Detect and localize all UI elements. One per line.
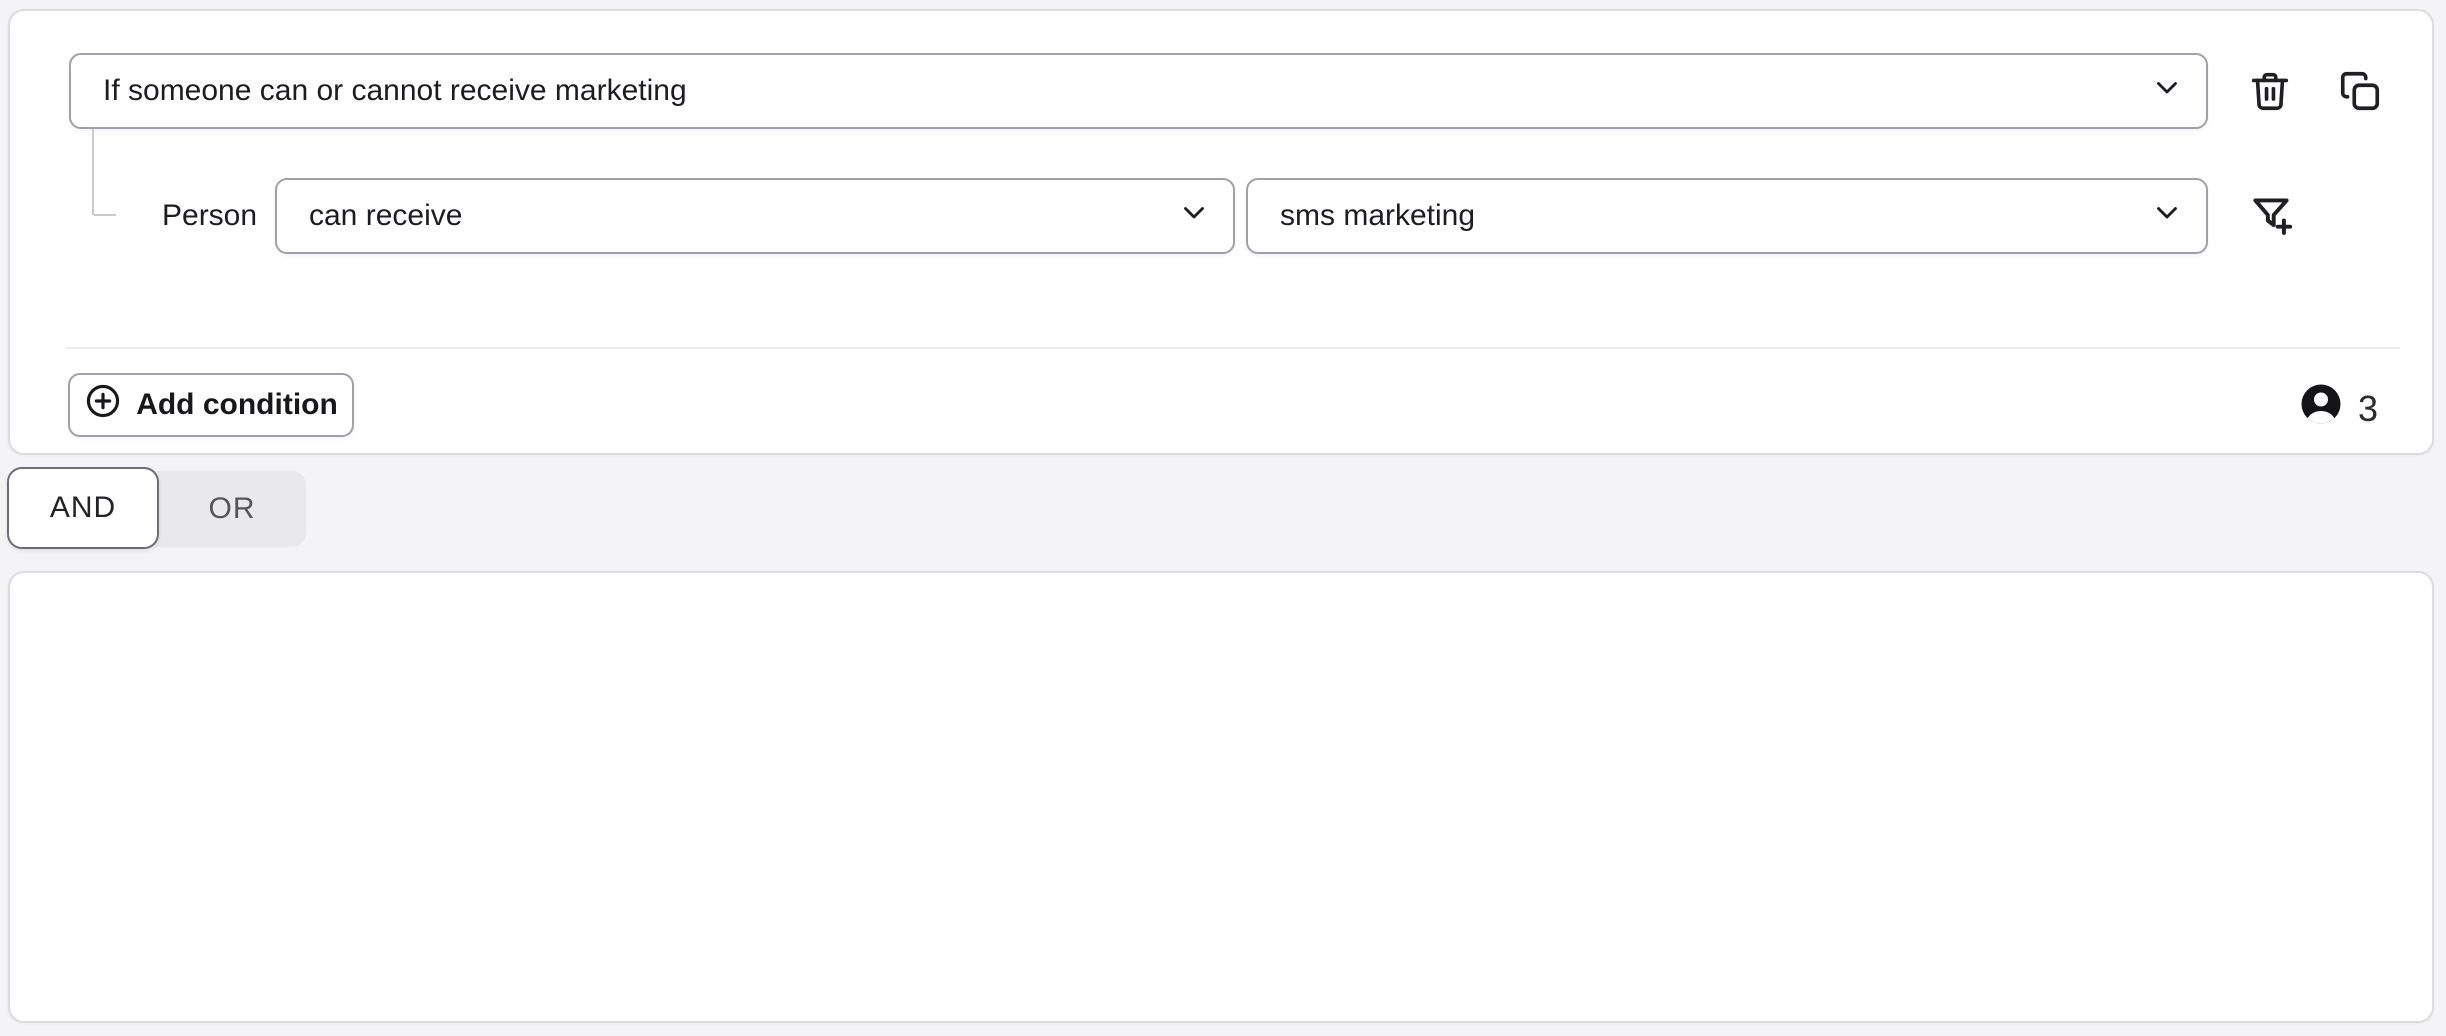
chevron-down-icon	[1177, 195, 1211, 237]
copy-icon	[2337, 68, 2383, 117]
trash-icon	[2247, 68, 2293, 117]
operator-select-1[interactable]: can receive	[275, 178, 1235, 254]
channel-value-1: sms marketing	[1280, 199, 1475, 233]
profile-count-1: 3	[2300, 383, 2378, 434]
profile-count-value: 3	[2358, 388, 2378, 430]
filter-plus-icon	[2246, 190, 2296, 243]
chevron-down-icon	[2150, 70, 2184, 112]
or-button[interactable]: OR	[158, 471, 306, 547]
and-button[interactable]: AND	[7, 467, 159, 549]
group-divider	[66, 347, 2400, 349]
subject-label: Person	[162, 197, 257, 235]
chevron-down-icon	[2150, 195, 2184, 237]
add-condition-button-1[interactable]: Add condition	[68, 373, 354, 437]
condition-type-value-1: If someone can or cannot receive marketi…	[103, 74, 687, 108]
add-filter-button-1[interactable]	[2243, 188, 2299, 244]
segment-condition-builder: If someone can or cannot receive marketi…	[0, 0, 2446, 1036]
condition-group-1: If someone can or cannot receive marketi…	[8, 9, 2434, 455]
operator-value-1: can receive	[309, 199, 462, 233]
connector-line	[92, 129, 94, 215]
add-condition-label: Add condition	[136, 388, 338, 422]
channel-select-1[interactable]: sms marketing	[1246, 178, 2208, 254]
delete-group-button-1[interactable]	[2242, 64, 2298, 120]
plus-circle-icon	[84, 382, 122, 428]
duplicate-group-button-1[interactable]	[2332, 64, 2388, 120]
condition-type-select-1[interactable]: If someone can or cannot receive marketi…	[69, 53, 2208, 129]
person-badge-icon	[2300, 383, 2342, 434]
condition-group-2: Properties about someone birthday is not…	[8, 571, 2434, 1023]
connector-line	[94, 214, 116, 216]
